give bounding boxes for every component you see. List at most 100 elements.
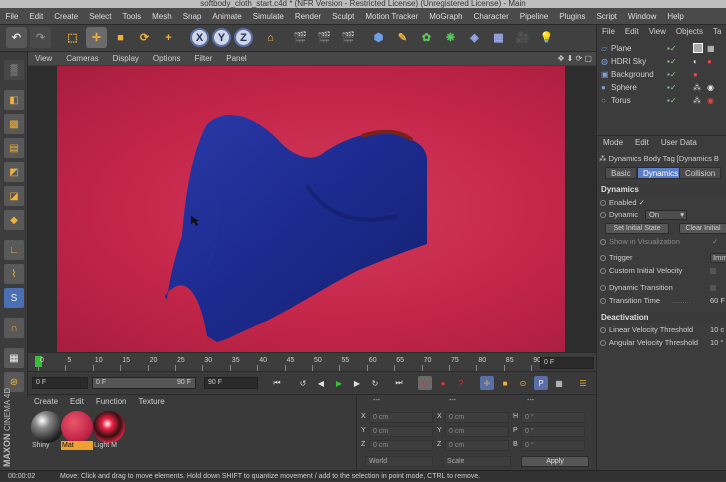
autokey-icon[interactable]: ● — [436, 376, 450, 390]
menu-script[interactable]: Script — [591, 12, 622, 21]
coord-value-field[interactable]: 0 cm — [445, 426, 509, 437]
start-frame-field[interactable]: 0 F — [32, 377, 88, 389]
subdivision-icon[interactable]: ✿ — [416, 27, 437, 48]
end-frame-field[interactable]: 90 F — [204, 377, 258, 389]
enabled-checkbox[interactable]: ✓ — [639, 198, 645, 207]
polygons-mode-icon[interactable]: ◆ — [4, 210, 24, 230]
light-icon[interactable]: 💡 — [536, 27, 557, 48]
coord-value-field[interactable]: 0 cm — [445, 440, 509, 451]
coord-value-field[interactable]: 0 cm — [369, 426, 433, 437]
snapping-icon[interactable]: S — [4, 288, 24, 308]
key-scale-icon[interactable]: ■ — [498, 376, 512, 390]
menu-pipeline[interactable]: Pipeline — [514, 12, 553, 21]
3d-viewport[interactable] — [57, 66, 565, 352]
pen-spline-icon[interactable]: ✎ — [392, 27, 413, 48]
object-visibility-icon[interactable]: ▪✓ — [667, 68, 677, 81]
object-visibility-icon[interactable]: ▪✓ — [667, 81, 677, 94]
show-in-visualization-row[interactable]: Show in Visualization ✓ — [600, 236, 726, 248]
mograph-cloner-icon[interactable]: ❋ — [440, 27, 461, 48]
timeline-window-icon[interactable]: ☰ — [576, 376, 590, 390]
material-swatch-light[interactable] — [93, 411, 125, 443]
timeline-ruler[interactable]: 0 5 10 15 20 25 30 35 40 45 50 55 60 65 70 75 80 85 90 0 F — [28, 352, 596, 371]
material-tag-icon[interactable]: ▦ — [707, 42, 715, 55]
record-active-icon[interactable]: ⊘ — [418, 376, 432, 390]
object-menu-file[interactable]: File — [597, 27, 620, 36]
viewport-menu-cameras[interactable]: Cameras — [59, 54, 105, 63]
menu-character[interactable]: Character — [468, 12, 514, 21]
dynamics-tag-icon[interactable]: ⁂ — [693, 94, 701, 107]
custom-initial-velocity-row[interactable]: Custom Initial Velocity — [600, 265, 726, 277]
select-live-icon[interactable]: ⬚ — [62, 27, 83, 48]
render-view-icon[interactable]: 🎬 — [290, 27, 311, 48]
menu-sculpt[interactable]: Sculpt — [327, 12, 360, 21]
cube-primitive-icon[interactable]: ⬢ — [368, 27, 389, 48]
menu-edit[interactable]: Edit — [24, 12, 49, 21]
magnet-icon[interactable]: ∩ — [4, 318, 24, 338]
object-row-hdri-sky[interactable]: ◍ HDRI Sky ▪✓ ◐ ● — [597, 55, 726, 68]
menu-motion-tracker[interactable]: Motion Tracker — [360, 12, 424, 21]
viewport-menu-view[interactable]: View — [28, 54, 59, 63]
object-row-background[interactable]: ▣ Background ▪✓ ● — [597, 68, 726, 81]
menu-simulate[interactable]: Simulate — [247, 12, 289, 21]
menu-snap[interactable]: Snap — [177, 12, 207, 21]
tab-dynamics[interactable]: Dynamics — [637, 167, 685, 179]
coord-scale-dropdown[interactable]: Scale — [443, 456, 511, 467]
menu-window[interactable]: Window — [622, 12, 661, 21]
dynamics-tag-icon[interactable] — [693, 43, 703, 53]
dynamic-dropdown[interactable]: On ▾ — [645, 210, 687, 220]
material-tag-icon[interactable]: ● — [693, 68, 698, 81]
key-rotation-icon[interactable]: ⊙ — [516, 376, 530, 390]
rotate-tool-icon[interactable]: ⟳ — [134, 27, 155, 48]
menu-mograph[interactable]: MoGraph — [424, 12, 468, 21]
coord-world-dropdown[interactable]: World — [365, 456, 433, 467]
material-menu-create[interactable]: Create — [28, 397, 64, 406]
material-swatch-shiny[interactable] — [31, 411, 63, 443]
undo-icon[interactable]: ↶ — [6, 27, 27, 48]
coord-value-field[interactable]: 0 cm — [369, 440, 433, 451]
menu-tools[interactable]: Tools — [117, 12, 147, 21]
go-to-start-icon[interactable]: ⏮ — [270, 376, 284, 390]
deformer-icon[interactable]: ◈ — [464, 27, 485, 48]
current-frame-field[interactable]: 0 F — [540, 357, 594, 369]
apply-button[interactable]: Apply — [521, 456, 589, 467]
previous-frame-icon[interactable]: ◀ — [314, 376, 328, 390]
next-key-icon[interactable]: ↻ — [368, 376, 382, 390]
grid-icon[interactable]: ▦ — [4, 348, 24, 368]
y-axis-lock-button[interactable]: Y — [212, 28, 231, 47]
coord-value-field[interactable]: 0 ° — [521, 440, 585, 451]
texture-mode-icon[interactable]: ▩ — [4, 114, 24, 134]
menu-help[interactable]: Help — [662, 12, 689, 21]
attr-menu-user-data[interactable]: User Data — [655, 138, 703, 147]
object-row-plane[interactable]: ▱ Plane ▪✓ ▦ — [597, 42, 726, 55]
object-row-torus[interactable]: ○ Torus ▪✓ ⁂ ◉ — [597, 94, 726, 107]
set-initial-state-button[interactable]: Set Initial State — [605, 223, 669, 234]
make-editable-icon[interactable]: ▒ — [4, 60, 24, 80]
key-position-icon[interactable]: ✛ — [480, 376, 494, 390]
coord-value-field[interactable]: 0 ° — [521, 412, 585, 423]
workplane-mode-icon[interactable]: ▤ — [4, 138, 24, 158]
material-menu-texture[interactable]: Texture — [133, 397, 171, 406]
viewport-nav-icon[interactable]: ✥ ⬇ ⟳ ▢ — [551, 54, 596, 63]
object-menu-view[interactable]: View — [644, 27, 671, 36]
material-tag-icon[interactable]: ● — [707, 55, 712, 68]
key-pla-icon[interactable]: ▦ — [552, 376, 566, 390]
render-settings-icon[interactable]: 🎬 — [338, 27, 359, 48]
key-parameter-icon[interactable]: P — [534, 376, 548, 390]
keyframe-selection-icon[interactable]: ? — [454, 376, 468, 390]
trigger-dropdown[interactable]: Imm — [710, 253, 726, 263]
scale-tool-icon[interactable]: ■ — [110, 27, 131, 48]
compositing-tag-icon[interactable]: ◐ — [693, 55, 698, 68]
material-menu-edit[interactable]: Edit — [64, 397, 90, 406]
viewport-menu-display[interactable]: Display — [106, 54, 146, 63]
add-tool-icon[interactable]: + — [158, 27, 179, 48]
material-swatch-mat[interactable] — [61, 411, 93, 443]
coord-value-field[interactable]: 0 cm — [369, 412, 433, 423]
coordinate-system-icon[interactable]: ⌂ — [260, 27, 281, 48]
floor-icon[interactable]: ▦ — [488, 27, 509, 48]
material-tag-icon[interactable]: ◉ — [707, 94, 714, 107]
material-tag-icon[interactable]: ◉ — [707, 81, 714, 94]
object-menu-tags[interactable]: Ta — [708, 27, 726, 36]
render-picture-viewer-icon[interactable]: 🎬 — [314, 27, 335, 48]
menu-select[interactable]: Select — [84, 12, 117, 21]
go-to-end-icon[interactable]: ⏭ — [392, 376, 406, 390]
